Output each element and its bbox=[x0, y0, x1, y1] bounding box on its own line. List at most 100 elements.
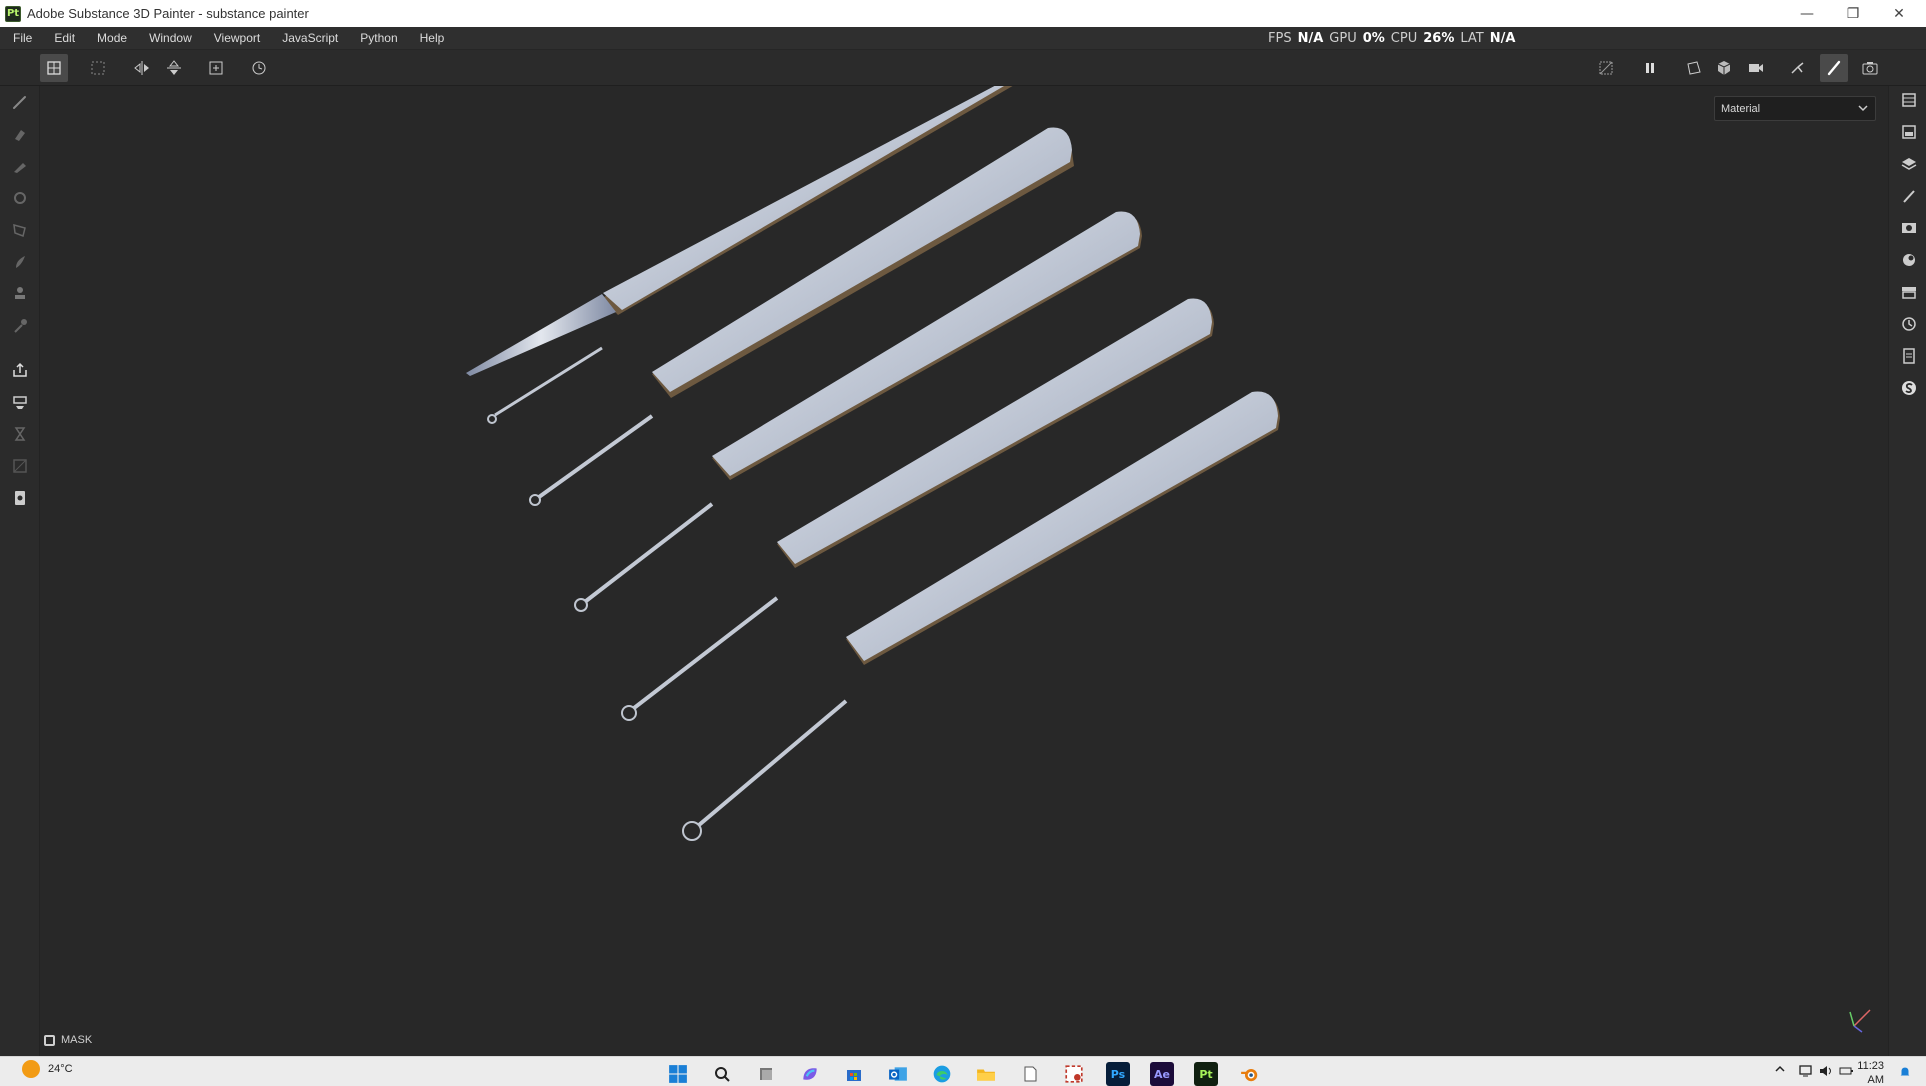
menu-help[interactable]: Help bbox=[409, 27, 456, 50]
microsoft-store-icon[interactable] bbox=[842, 1062, 866, 1086]
tool-geometry-decal[interactable] bbox=[8, 186, 32, 210]
menu-edit[interactable]: Edit bbox=[43, 27, 86, 50]
hourglass-icon bbox=[14, 427, 26, 441]
eye-off-icon bbox=[1599, 61, 1613, 75]
minimize-button[interactable]: — bbox=[1784, 0, 1830, 27]
clock-icon bbox=[1902, 317, 1916, 331]
view-2d-button[interactable] bbox=[1680, 54, 1708, 82]
volume-icon[interactable] bbox=[1818, 1063, 1834, 1084]
tool-smudge[interactable] bbox=[8, 250, 32, 274]
axis-gizmo-icon bbox=[1849, 1009, 1871, 1033]
file-explorer-icon[interactable] bbox=[974, 1062, 998, 1086]
tool-timer[interactable] bbox=[8, 422, 32, 446]
tool-uv[interactable] bbox=[8, 454, 32, 478]
search-icon[interactable] bbox=[710, 1062, 734, 1086]
windows-start-icon[interactable] bbox=[666, 1062, 690, 1086]
panel-texture-set-list[interactable] bbox=[1897, 88, 1921, 112]
mask-toggle[interactable]: MASK bbox=[44, 1034, 92, 1046]
panel-texture-set-settings[interactable] bbox=[1897, 120, 1921, 144]
menu-window[interactable]: Window bbox=[138, 27, 203, 50]
material-mode-dropdown[interactable]: Material bbox=[1714, 96, 1876, 121]
menu-python[interactable]: Python bbox=[349, 27, 408, 50]
notepad-icon[interactable] bbox=[1018, 1062, 1042, 1086]
clock[interactable]: 11:23 AM bbox=[1857, 1059, 1884, 1086]
menu-viewport[interactable]: Viewport bbox=[203, 27, 271, 50]
pause-render-button[interactable] bbox=[1636, 54, 1664, 82]
menu-file[interactable]: File bbox=[0, 27, 43, 50]
notes-icon bbox=[1903, 348, 1915, 364]
network-icon[interactable] bbox=[1798, 1063, 1814, 1084]
task-view-icon[interactable] bbox=[754, 1062, 778, 1086]
chevron-down-icon bbox=[1858, 105, 1868, 112]
panel-assets[interactable] bbox=[1897, 280, 1921, 304]
left-toolbar bbox=[0, 86, 40, 1056]
selection-mode-button[interactable] bbox=[40, 54, 68, 82]
tool-export[interactable] bbox=[8, 358, 32, 382]
panel-layers[interactable] bbox=[1897, 152, 1921, 176]
pen-icon bbox=[1903, 190, 1915, 203]
weather-widget[interactable]: 24°C bbox=[22, 1060, 73, 1078]
mirror-x-button[interactable] bbox=[128, 54, 156, 82]
view-3d-button[interactable] bbox=[1710, 54, 1738, 82]
history-icon bbox=[252, 61, 266, 75]
performance-stats: FPS N/A GPU 0% CPU 26% LAT N/A bbox=[1268, 27, 1515, 50]
lighting-button[interactable] bbox=[1784, 54, 1812, 82]
add-to-view-button[interactable] bbox=[202, 54, 230, 82]
panel-properties[interactable] bbox=[1897, 184, 1921, 208]
dotted-grid-icon bbox=[91, 61, 105, 75]
panel-display-settings[interactable] bbox=[1897, 216, 1921, 240]
battery-icon[interactable] bbox=[1838, 1063, 1854, 1084]
title-bar: Pt Adobe Substance 3D Painter - substanc… bbox=[0, 0, 1926, 27]
tool-paint[interactable] bbox=[8, 90, 32, 114]
paint-mode-button[interactable] bbox=[1820, 54, 1848, 82]
panel-log[interactable] bbox=[1897, 344, 1921, 368]
edge-browser-icon[interactable] bbox=[930, 1062, 954, 1086]
fps-label: FPS bbox=[1268, 31, 1292, 46]
menu-javascript[interactable]: JavaScript bbox=[271, 27, 349, 50]
tool-document[interactable] bbox=[8, 486, 32, 510]
mirror-horizontal-icon bbox=[134, 61, 149, 75]
tool-clone[interactable] bbox=[8, 282, 32, 306]
lat-label: LAT bbox=[1460, 31, 1484, 46]
screenshot-button[interactable] bbox=[1856, 54, 1884, 82]
after-effects-icon[interactable]: Ae bbox=[1150, 1062, 1174, 1086]
photoshop-icon[interactable]: Ps bbox=[1106, 1062, 1130, 1086]
viewport-scene[interactable] bbox=[40, 86, 1888, 1056]
document-icon bbox=[15, 491, 25, 505]
camera-video-button[interactable] bbox=[1742, 54, 1770, 82]
fps-value: N/A bbox=[1297, 31, 1324, 46]
tool-bake[interactable] bbox=[8, 390, 32, 414]
3d-viewport[interactable]: Material MASK bbox=[40, 86, 1888, 1056]
mirror-y-button[interactable] bbox=[160, 54, 188, 82]
tool-polygon-fill[interactable] bbox=[8, 218, 32, 242]
blender-icon[interactable] bbox=[1238, 1062, 1262, 1086]
stamp-icon bbox=[15, 287, 25, 299]
brush-icon bbox=[1827, 60, 1841, 76]
scatter-icon bbox=[1791, 62, 1804, 74]
cpu-label: CPU bbox=[1390, 31, 1418, 46]
panel-shader-settings[interactable] bbox=[1897, 248, 1921, 272]
restore-button[interactable]: ❐ bbox=[1830, 0, 1876, 27]
copilot-icon[interactable] bbox=[798, 1062, 822, 1086]
tool-projection[interactable] bbox=[8, 154, 32, 178]
menu-mode[interactable]: Mode bbox=[86, 27, 138, 50]
snipping-tool-icon[interactable] bbox=[1062, 1062, 1086, 1086]
notification-bell-icon[interactable] bbox=[1898, 1065, 1912, 1084]
substance-painter-icon[interactable]: Pt bbox=[1194, 1062, 1218, 1086]
mask-checkbox[interactable] bbox=[44, 1034, 55, 1046]
tray-chevron-up-icon[interactable] bbox=[1774, 1063, 1786, 1078]
extractor-tool-1[interactable] bbox=[466, 86, 1016, 424]
tool-color-picker[interactable] bbox=[8, 314, 32, 338]
smudge-icon bbox=[16, 256, 25, 268]
outlook-icon[interactable] bbox=[886, 1062, 910, 1086]
panel-substance-share[interactable] bbox=[1897, 376, 1921, 400]
hide-ui-button[interactable] bbox=[1592, 54, 1620, 82]
tool-eraser[interactable] bbox=[8, 122, 32, 146]
panel-history[interactable] bbox=[1897, 312, 1921, 336]
square-view-icon bbox=[1687, 61, 1701, 75]
symmetry-grid-button[interactable] bbox=[84, 54, 112, 82]
close-button[interactable]: ✕ bbox=[1876, 0, 1922, 27]
history-button[interactable] bbox=[245, 54, 273, 82]
gpu-label: GPU bbox=[1329, 31, 1357, 46]
camera-icon bbox=[1862, 62, 1878, 75]
